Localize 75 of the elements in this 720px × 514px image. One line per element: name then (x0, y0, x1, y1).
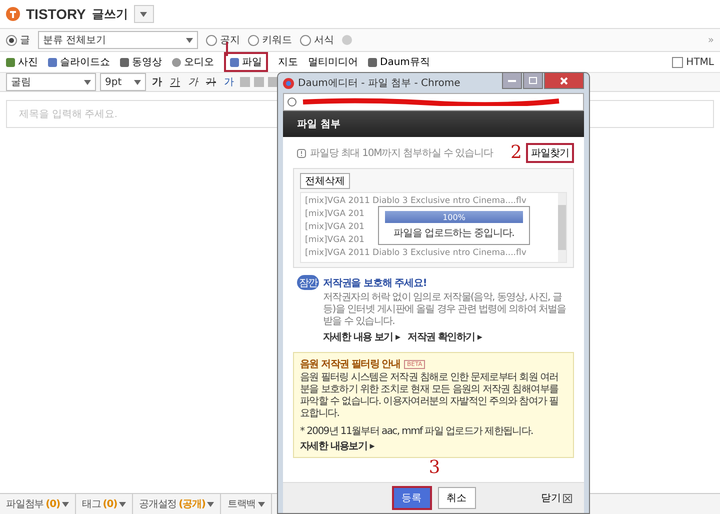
size-notice: 파일당 최대 10M까지 첨부하실 수 있습니다 (310, 147, 493, 160)
annotation-line (226, 42, 228, 56)
copyright-text: 저작권자의 허락 없이 임의로 저작물(음악, 동영상, 사진, 글 등)을 인터넷 게시판에 올릴 경우 관련 법령에 의하여 처벌을 받을 수 있습니다. (323, 292, 567, 328)
browser-icon (283, 78, 294, 88)
size-select[interactable]: 9pt (100, 73, 146, 91)
toolbar-button[interactable]: Daum뮤직 (368, 55, 430, 69)
caret-icon (84, 80, 91, 84)
progress-track: 100% (385, 211, 523, 223)
annotation-number: 2 (510, 143, 522, 163)
address-bar[interactable] (283, 93, 584, 111)
speech-bubble-badge: 잠깐 (297, 275, 319, 290)
file-item[interactable]: [mix]VGA 201 (305, 221, 364, 234)
info-icon (297, 148, 306, 158)
close-icon (563, 494, 572, 502)
toolbar-button[interactable]: 오디오 (172, 55, 214, 69)
filter-title: 음원 저작권 필터링 안내 (300, 358, 400, 371)
logo-icon (6, 7, 20, 21)
bottom-tab[interactable]: 공개설정 (공개) (133, 494, 222, 514)
minimize-button[interactable] (502, 73, 522, 89)
caret-icon (258, 502, 265, 506)
toolbar-button[interactable]: 슬라이드쇼 (48, 55, 110, 69)
bottom-tab[interactable]: 태그 (0) (76, 494, 134, 514)
radio-option[interactable]: 서식 (300, 33, 334, 47)
caret-icon (207, 502, 214, 506)
toolbar-button[interactable]: 동영상 (120, 55, 162, 69)
scrollbar-thumb[interactable] (558, 205, 566, 250)
text-style-button[interactable]: 가 (222, 75, 236, 89)
filter-text: 음원 필터링 시스템은 저작권 침해로 인한 문제로부터 회원 여러분을 보호하기 위한 조치로 현재 모든 음원의 저작권 침해여부를 파악할 수 없습니다. 이용자여러분의 자발적인 주의와 참여가 필요합니다. (300, 372, 560, 420)
filter-note: * 2009년 11월부터 aac, mmf 파일 업로드가 제한됩니다. (300, 426, 534, 438)
upload-message: 파일을 업로드하는 중입니다. (394, 227, 514, 240)
file-item[interactable]: [mix]VGA 201 (305, 234, 364, 247)
submit-button[interactable]: 등록 (392, 486, 432, 510)
dropdown-button[interactable] (134, 5, 154, 23)
toolbar-button[interactable]: 파일 (224, 52, 268, 72)
detail-link[interactable]: 자세한 내용보기 ▸ (300, 439, 374, 453)
delete-all-button[interactable]: 전체삭제 (300, 173, 350, 189)
bottom-tab[interactable]: 트랙백 (221, 494, 272, 514)
toolbar-button[interactable]: 지도 (278, 55, 298, 69)
text-style-button[interactable]: 가 (204, 75, 218, 89)
toolbar-button[interactable]: 사진 (6, 55, 38, 69)
font-select[interactable]: 굴림 (6, 73, 96, 91)
caret-icon (186, 38, 193, 42)
caret-icon (134, 80, 141, 84)
detail-link[interactable]: 자세한 내용 보기 ▸ (323, 330, 400, 344)
file-item[interactable]: [mix]VGA 2011 Diablo 3 Exclusive ntro Cinema....flv (305, 195, 526, 208)
text-style-button[interactable]: 가 (150, 75, 164, 89)
file-item[interactable]: [mix]VGA 2011 Diablo 3 Exclusive ntro Cinema....flv (305, 247, 526, 260)
dialog-header: 파일 첨부 (283, 111, 584, 137)
annotation-number: 3 (428, 458, 440, 478)
caret-icon (140, 12, 148, 16)
copyright-title: 저작권을 보호해 주세요! (323, 276, 428, 290)
window-title: Daum에디터 - 파일 첨부 - Chrome (298, 77, 460, 90)
text-style-button[interactable]: 가 (168, 75, 182, 89)
bottom-tab[interactable]: 파일첨부 (0) (0, 494, 76, 514)
html-checkbox[interactable]: HTML (672, 56, 714, 68)
category-select[interactable]: 분류 전체보기 (38, 31, 198, 49)
close-button[interactable]: 닫기 (535, 490, 578, 506)
maximize-icon (529, 77, 537, 84)
maximize-button[interactable] (523, 73, 543, 89)
close-icon (560, 76, 568, 84)
caret-icon (62, 502, 69, 506)
radio-option[interactable]: 키워드 (248, 33, 292, 47)
minimize-icon (508, 80, 516, 82)
file-item[interactable]: [mix]VGA 201 (305, 208, 364, 221)
text-style-button[interactable]: 가 (186, 75, 200, 89)
brand-name: TISTORY (26, 6, 86, 22)
detail-link[interactable]: 저작권 확인하기 ▸ (408, 330, 482, 344)
caret-icon (119, 502, 126, 506)
find-file-button[interactable]: 파일찾기 (526, 143, 574, 163)
close-button[interactable] (544, 73, 584, 89)
globe-icon (287, 97, 297, 107)
page-title: 글쓰기 (92, 6, 128, 22)
cancel-button[interactable]: 취소 (438, 487, 476, 509)
radio-option[interactable]: 글 (6, 33, 30, 47)
toolbar-button[interactable]: 멀티미디어 (308, 55, 358, 69)
